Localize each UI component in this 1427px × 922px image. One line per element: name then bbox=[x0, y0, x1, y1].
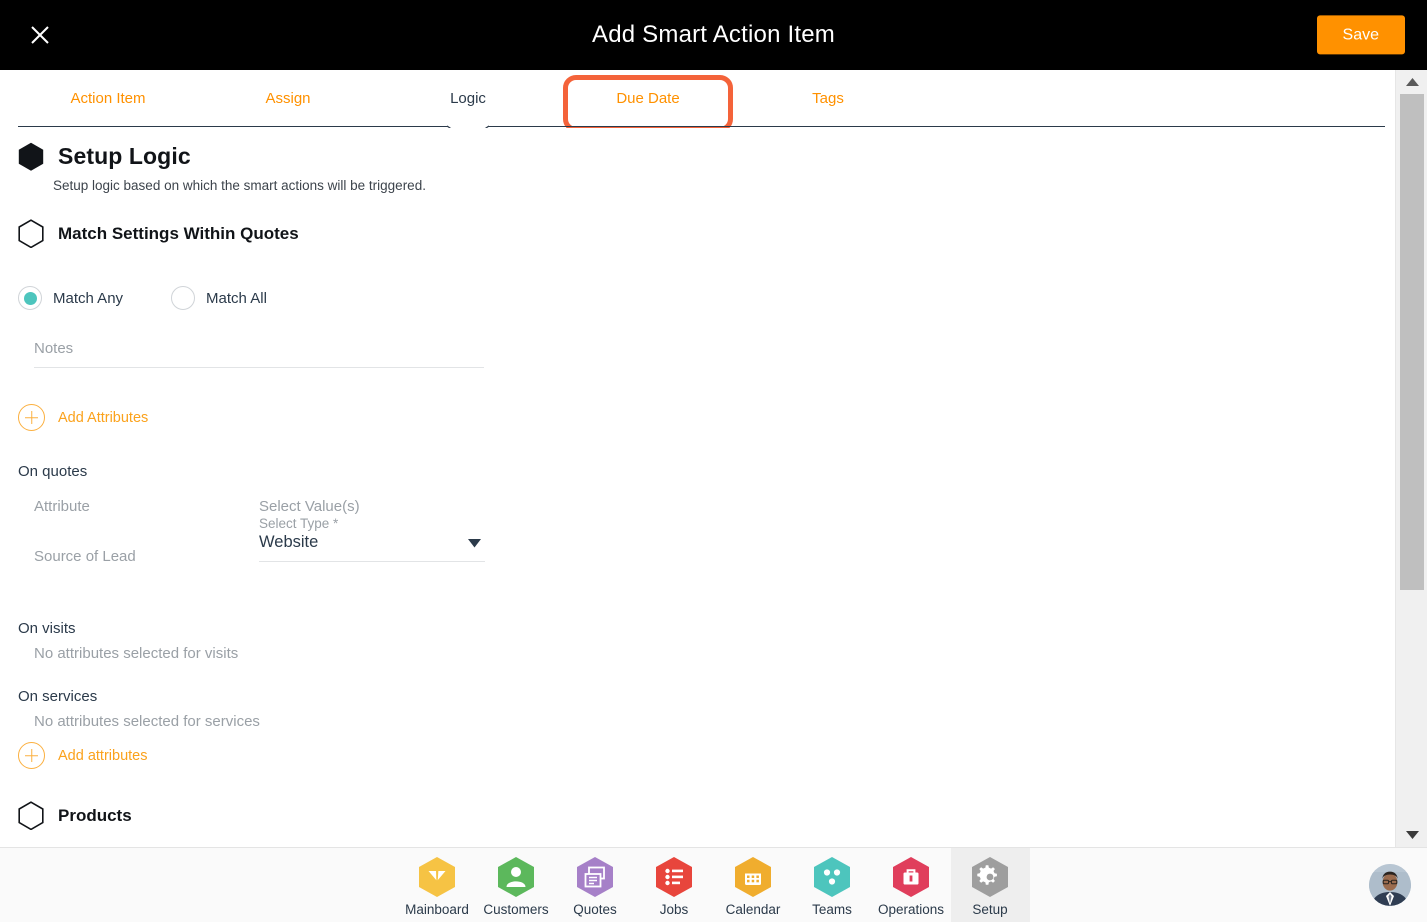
tabs: Action Item Assign Logic Due Date Tags bbox=[18, 70, 844, 132]
mainboard-icon bbox=[419, 857, 455, 898]
add-attributes-services-button[interactable]: Add attributes bbox=[0, 742, 147, 769]
nav-label-quotes: Quotes bbox=[573, 902, 617, 918]
nav-item-calendar[interactable]: Calendar bbox=[714, 848, 793, 922]
modal-titlebar: Add Smart Action Item Save bbox=[0, 0, 1427, 70]
nav-item-customers[interactable]: Customers bbox=[477, 848, 556, 922]
nav-item-teams[interactable]: Teams bbox=[793, 848, 872, 922]
logic-panel: Setup Logic Setup logic based on which t… bbox=[0, 128, 1395, 847]
vertical-scrollbar[interactable] bbox=[1395, 70, 1427, 847]
nav-label-customers: Customers bbox=[483, 902, 549, 918]
nav-item-operations[interactable]: Operations bbox=[872, 848, 951, 922]
scroll-up-arrow-icon[interactable] bbox=[1396, 72, 1427, 92]
on-services-label: On services bbox=[18, 688, 98, 705]
match-settings-heading-row: Match Settings Within Quotes bbox=[0, 219, 1395, 248]
add-attributes-services-label: Add attributes bbox=[58, 747, 148, 764]
tab-tags[interactable]: Tags bbox=[738, 70, 918, 126]
tab-due-date[interactable]: Due Date bbox=[558, 70, 738, 132]
nav-item-jobs[interactable]: Jobs bbox=[635, 848, 714, 922]
nav-label-calendar: Calendar bbox=[725, 902, 781, 918]
nav-item-mainboard[interactable]: Mainboard bbox=[398, 848, 477, 922]
radio-selected-dot bbox=[23, 291, 37, 305]
hexagon-outline-icon bbox=[18, 801, 44, 830]
on-quotes-attribute-grid: Attribute Select Value(s) Source of Lead… bbox=[0, 498, 1395, 594]
select-type-dropdown[interactable]: Website bbox=[259, 533, 485, 562]
match-settings-title: Match Settings Within Quotes bbox=[58, 223, 299, 243]
attribute-name-source-of-lead: Source of Lead bbox=[34, 548, 136, 565]
tabbar: Action Item Assign Logic Due Date Tags bbox=[0, 70, 1395, 141]
radio-match-any-label: Match Any bbox=[53, 289, 124, 307]
add-attributes-button[interactable]: Add Attributes bbox=[0, 404, 148, 431]
setup-logic-title: Setup Logic bbox=[58, 143, 191, 169]
nav-label-teams: Teams bbox=[812, 902, 852, 918]
nav-label-jobs: Jobs bbox=[659, 902, 689, 918]
nav-label-mainboard: Mainboard bbox=[405, 902, 469, 918]
products-title: Products bbox=[58, 805, 132, 825]
column-header-attribute: Attribute bbox=[34, 498, 90, 515]
radio-match-any-control[interactable] bbox=[18, 286, 42, 310]
select-type-label: Select Type * bbox=[259, 516, 339, 531]
calendar-icon bbox=[735, 857, 771, 898]
radio-match-any[interactable]: Match Any bbox=[18, 286, 123, 310]
user-avatar[interactable] bbox=[1369, 864, 1411, 906]
tab-logic[interactable]: Logic bbox=[378, 70, 558, 126]
nav-label-operations: Operations bbox=[877, 902, 945, 918]
select-type-value: Website bbox=[259, 533, 319, 551]
scrollbar-thumb[interactable] bbox=[1400, 94, 1424, 590]
page-title: Add Smart Action Item bbox=[592, 21, 835, 48]
on-quotes-label: On quotes bbox=[18, 463, 88, 480]
add-attributes-label: Add Attributes bbox=[58, 409, 149, 426]
jobs-icon bbox=[656, 857, 692, 898]
tab-divider bbox=[18, 126, 1385, 127]
setup-logic-description: Setup logic based on which the smart act… bbox=[53, 178, 426, 193]
hexagon-outline-icon bbox=[18, 219, 44, 248]
hexagon-filled-icon bbox=[18, 142, 44, 171]
save-button[interactable]: Save bbox=[1316, 15, 1405, 55]
column-header-select-values: Select Value(s) bbox=[259, 498, 360, 515]
scroll-down-arrow-icon[interactable] bbox=[1396, 825, 1427, 845]
teams-icon bbox=[814, 857, 850, 898]
nav-item-quotes[interactable]: Quotes bbox=[556, 848, 635, 922]
nav-item-setup[interactable]: Setup bbox=[950, 848, 1030, 922]
match-mode-radio-group: Match Any Match All bbox=[0, 286, 1395, 310]
notes-input[interactable] bbox=[34, 336, 484, 368]
customers-icon bbox=[498, 857, 534, 898]
products-heading-row: Products bbox=[0, 801, 1395, 830]
on-services-empty-text: No attributes selected for services bbox=[34, 713, 260, 730]
plus-circle-icon bbox=[18, 404, 45, 431]
select-type-field-wrap: Select Type * Website bbox=[259, 516, 485, 562]
tab-assign[interactable]: Assign bbox=[198, 70, 378, 126]
chevron-down-icon[interactable] bbox=[468, 539, 481, 548]
add-smart-action-item-modal: Add Smart Action Item Save Action Item A… bbox=[0, 0, 1427, 922]
plus-circle-icon bbox=[18, 742, 45, 769]
on-visits-empty-text: No attributes selected for visits bbox=[34, 645, 239, 662]
bottom-navigation-bar: Mainboard Customers Quotes Jobs Calendar… bbox=[0, 847, 1427, 922]
setup-logic-heading-row: Setup Logic bbox=[0, 142, 1395, 171]
on-visits-label: On visits bbox=[18, 620, 76, 637]
tab-action-item[interactable]: Action Item bbox=[18, 70, 198, 126]
radio-match-all-control[interactable] bbox=[171, 286, 196, 310]
setup-gear-icon bbox=[972, 857, 1008, 898]
notes-field-wrap bbox=[0, 336, 1395, 368]
quotes-icon bbox=[577, 857, 613, 898]
nav-label-setup: Setup bbox=[972, 902, 1008, 918]
bottom-nav-items: Mainboard Customers Quotes Jobs Calendar… bbox=[0, 848, 1427, 922]
radio-match-all[interactable]: Match All bbox=[171, 286, 267, 310]
operations-icon bbox=[893, 857, 929, 898]
radio-match-all-label: Match All bbox=[206, 289, 267, 307]
